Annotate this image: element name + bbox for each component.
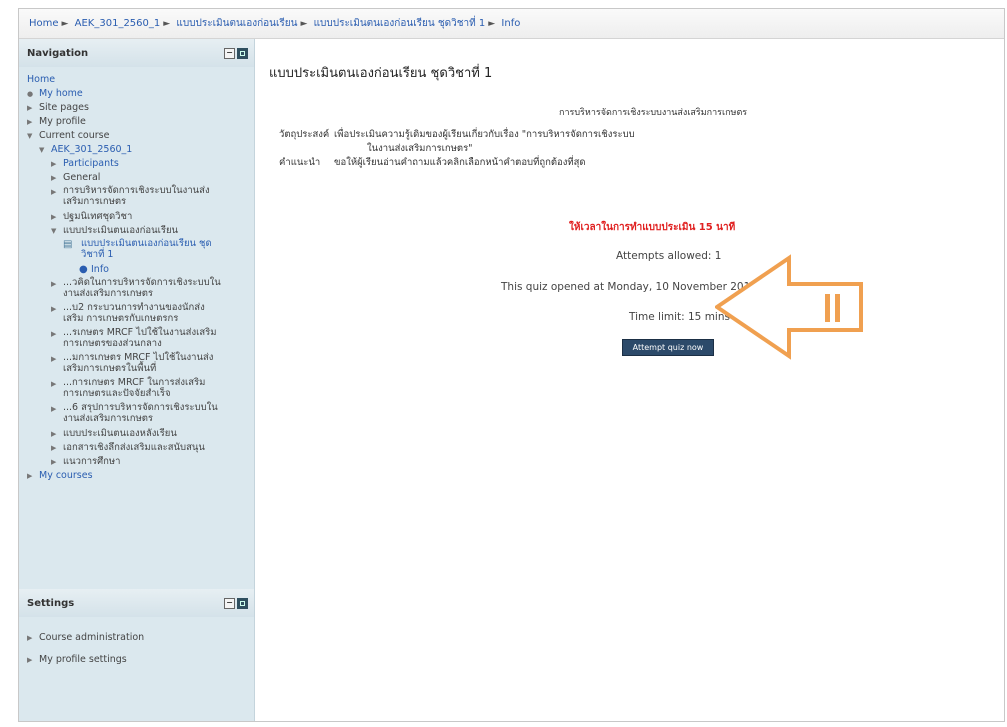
settings-tree: ▶ Course administration ▶ My profile setti… — [19, 617, 254, 671]
expand-arrow-icon[interactable]: ▶ — [51, 327, 63, 341]
course-name: การบริหารจัดการเชิงระบบงานส่งเสริมการเกษ… — [559, 108, 748, 118]
nav-section-12[interactable]: แนวการศึกษา — [63, 455, 121, 469]
nav-my-home[interactable]: My home — [39, 87, 83, 101]
nav-current-course[interactable]: Current course — [39, 129, 109, 143]
breadcrumb-separator-icon: ► — [488, 19, 496, 29]
nav-my-profile[interactable]: My profile — [39, 115, 86, 129]
quiz-icon: ▤ — [63, 239, 73, 250]
nav-section-5[interactable]: ...บ2 กระบวนการทำงานของนักส่งเสริม การเก… — [63, 302, 223, 324]
navigation-tree: Home ● My home ▶ Site pages ▶ My profile ▼ C… — [19, 67, 254, 483]
nav-section-2[interactable]: ปฐมนิเทศชุดวิชา — [63, 210, 132, 224]
nav-section-1[interactable]: การบริหารจัดการเชิงระบบในงานส่งเสริมการเ… — [63, 185, 223, 207]
arrow-bar — [835, 294, 840, 322]
expand-arrow-icon[interactable]: ▶ — [27, 115, 39, 129]
nav-course[interactable]: AEK_301_2560_1 — [51, 143, 132, 157]
attempt-quiz-button[interactable]: Attempt quiz now — [622, 339, 714, 356]
settings-title: Settings — [27, 597, 75, 609]
sidebar: Navigation − Home ● My home ▶ Site pages ▶… — [19, 39, 255, 721]
nav-section-3[interactable]: แบบประเมินตนเองก่อนเรียน — [63, 224, 178, 238]
main-content: แบบประเมินตนเองก่อนเรียน ชุดวิชาที่ 1 กา… — [269, 39, 1004, 721]
objective-text-2: ในงานส่งเสริมการเกษตร" — [367, 143, 473, 154]
expand-arrow-icon[interactable]: ▶ — [51, 455, 63, 469]
breadcrumb-section[interactable]: แบบประเมินตนเองก่อนเรียน — [176, 18, 297, 29]
expand-arrow-icon[interactable]: ▶ — [51, 210, 63, 224]
breadcrumb-separator-icon: ► — [300, 19, 308, 29]
breadcrumb-home[interactable]: Home — [29, 18, 59, 29]
breadcrumb-info[interactable]: Info — [501, 18, 520, 29]
nav-section-6[interactable]: ...รเกษตร MRCF ไปใช้ในงานส่งเสริม การเกษ… — [63, 327, 223, 349]
attempts-allowed: Attempts allowed: 1 — [616, 250, 722, 262]
expand-arrow-icon[interactable]: ▶ — [51, 352, 63, 366]
expand-arrow-icon[interactable]: ▶ — [51, 427, 63, 441]
settings-block-header: Settings − — [19, 589, 254, 617]
expand-arrow-icon[interactable]: ▶ — [51, 171, 63, 185]
expand-arrow-icon[interactable]: ▶ — [27, 627, 39, 649]
page-frame: Home ► AEK_301_2560_1 ► แบบประเมินตนเองก่อ… — [18, 8, 1005, 722]
expand-arrow-icon[interactable]: ▶ — [51, 157, 63, 171]
collapse-arrow-icon[interactable]: ▼ — [39, 143, 51, 157]
breadcrumb-quiz[interactable]: แบบประเมินตนเองก่อนเรียน ชุดวิชาที่ 1 — [314, 18, 486, 29]
collapse-arrow-icon[interactable]: ▼ — [27, 129, 39, 143]
nav-home[interactable]: Home — [27, 73, 55, 87]
navigation-block-header: Navigation − — [19, 39, 254, 67]
collapse-icon[interactable]: − — [224, 597, 235, 609]
nav-section-8[interactable]: ...การเกษตร MRCF ในการส่งเสริม การเกษตรแ… — [63, 377, 223, 399]
nav-section-9[interactable]: ...6 สรุปการบริหารจัดการเชิงระบบใน งานส่… — [63, 402, 223, 424]
expand-arrow-icon[interactable]: ▶ — [27, 101, 39, 115]
collapse-icon[interactable]: − — [224, 47, 235, 59]
breadcrumb-separator-icon: ► — [61, 19, 69, 29]
nav-participants[interactable]: Participants — [63, 157, 119, 171]
page-title: แบบประเมินตนเองก่อนเรียน ชุดวิชาที่ 1 — [269, 66, 493, 81]
bullet-icon: ● — [27, 90, 34, 98]
nav-my-courses[interactable]: My courses — [39, 469, 93, 483]
instruction-text: ขอให้ผู้เรียนอ่านคำถามแล้วคลิกเลือกหน้าค… — [334, 157, 586, 168]
objective-label: วัตถุประสงค์ — [279, 129, 330, 140]
instruction-row: คำแนะนำ ขอให้ผู้เรียนอ่านคำถามแล้วคลิกเล… — [279, 155, 586, 170]
expand-arrow-icon[interactable]: ▶ — [51, 377, 63, 391]
objective-text: เพื่อประเมินความรู้เดิมของผู้เรียนเกี่ยว… — [334, 129, 635, 140]
info-icon: ● — [79, 264, 88, 275]
settings-block: Settings − ▶ Course administration ▶ My pr… — [19, 589, 254, 671]
nav-section-7[interactable]: ...มการเกษตร MRCF ไปใช้ในงานส่ง เสริมการ… — [63, 352, 223, 374]
instruction-label: คำแนะนำ — [279, 157, 321, 168]
nav-section-10[interactable]: แบบประเมินตนเองหลังเรียน — [63, 427, 177, 441]
dock-icon[interactable] — [237, 597, 248, 609]
nav-quiz[interactable]: แบบประเมินตนเองก่อนเรียน ชุดวิชาที่ 1 — [75, 238, 226, 260]
collapse-arrow-icon[interactable]: ▼ — [51, 224, 63, 238]
breadcrumb: Home ► AEK_301_2560_1 ► แบบประเมินตนเองก่อ… — [19, 9, 1004, 39]
objective-row: วัตถุประสงค์ เพื่อประเมินความรู้เดิมของผ… — [279, 127, 635, 142]
nav-course-administration[interactable]: Course administration — [39, 627, 144, 649]
expand-arrow-icon[interactable]: ▶ — [27, 649, 39, 671]
objective-row-2: ในงานส่งเสริมการเกษตร" — [367, 141, 473, 156]
nav-site-pages[interactable]: Site pages — [39, 101, 89, 115]
nav-my-profile-settings[interactable]: My profile settings — [39, 649, 127, 671]
expand-arrow-icon[interactable]: ▶ — [51, 302, 63, 316]
expand-arrow-icon[interactable]: ▶ — [51, 185, 63, 199]
nav-general[interactable]: General — [63, 171, 100, 185]
navigation-title: Navigation — [27, 47, 89, 59]
left-arrow-icon — [715, 254, 863, 360]
breadcrumb-separator-icon: ► — [163, 19, 171, 29]
dock-icon[interactable] — [237, 47, 248, 59]
breadcrumb-course[interactable]: AEK_301_2560_1 — [75, 18, 161, 29]
time-note: ให้เวลาในการทำแบบประเมิน 15 นาที — [569, 222, 736, 233]
expand-arrow-icon[interactable]: ▶ — [51, 441, 63, 455]
arrow-bar — [825, 294, 830, 322]
nav-info[interactable]: Info — [91, 263, 109, 277]
nav-section-11[interactable]: เอกสารเชิงลึกส่งเสริมและสนับสนุน — [63, 441, 205, 455]
expand-arrow-icon[interactable]: ▶ — [51, 277, 63, 291]
nav-section-4[interactable]: ...วคิดในการบริหารจัดการเชิงระบบใน งานส่… — [63, 277, 223, 299]
expand-arrow-icon[interactable]: ▶ — [27, 469, 39, 483]
expand-arrow-icon[interactable]: ▶ — [51, 402, 63, 416]
